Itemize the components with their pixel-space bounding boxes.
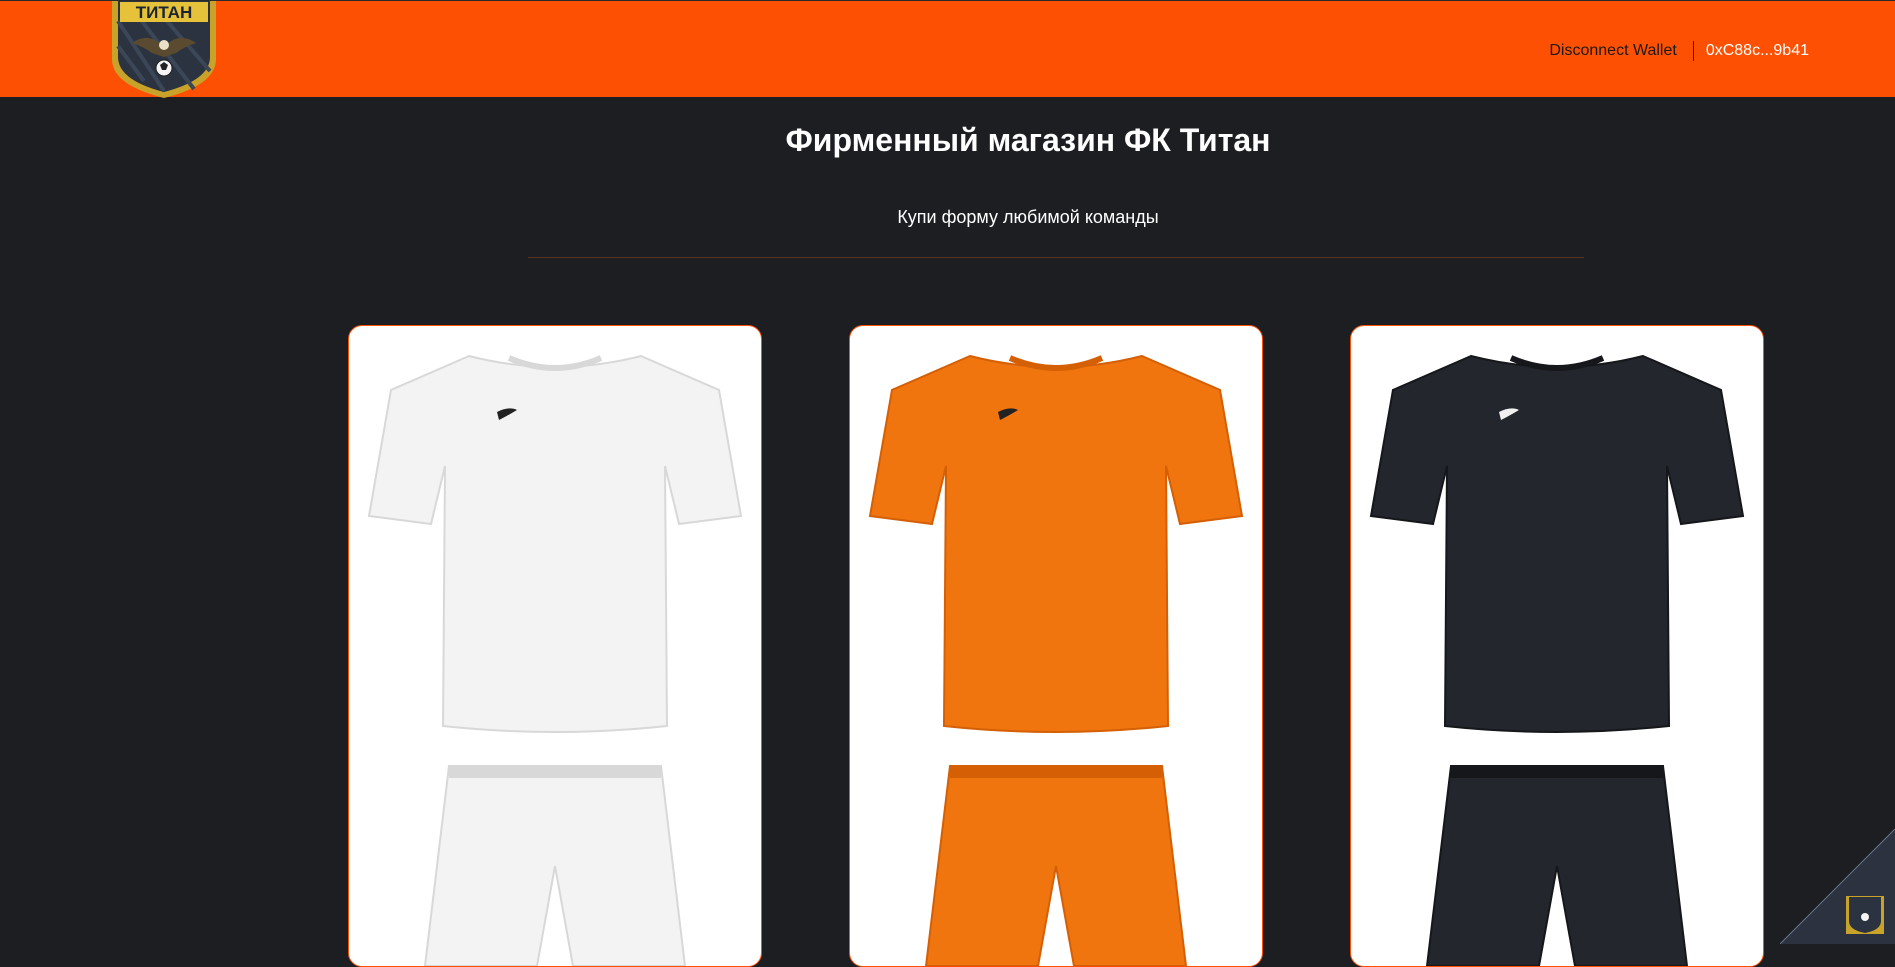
wallet-separator — [1692, 41, 1694, 61]
crest-text: ТИТАН — [136, 3, 192, 22]
club-crest-logo[interactable]: ТИТАН — [104, 1, 224, 98]
wallet-controls: Disconnect Wallet 0xC88c...9b41 — [1549, 41, 1809, 61]
shorts-shape — [924, 765, 1188, 966]
kit-image — [1369, 354, 1745, 966]
shorts-waistband — [449, 766, 661, 778]
kit-image — [367, 354, 743, 966]
top-header: ТИТАН Disconnect Wallet 0xC88c...9b41 — [0, 0, 1895, 98]
corner-badge[interactable] — [1780, 829, 1895, 944]
wallet-address[interactable]: 0xC88c...9b41 — [1706, 42, 1809, 60]
shirt-shape — [1369, 354, 1745, 733]
shirt-shape — [367, 354, 743, 733]
page-subtitle: Купи форму любимой команды — [897, 207, 1159, 227]
product-card-white[interactable] — [348, 325, 762, 967]
product-card-orange[interactable] — [849, 325, 1263, 967]
title-divider — [528, 257, 1584, 258]
product-card-black[interactable] — [1350, 325, 1764, 967]
page-title: Фирменный магазин ФК Титан — [785, 122, 1271, 158]
shorts-shape — [1425, 765, 1689, 966]
shorts-waistband — [1451, 766, 1663, 778]
disconnect-wallet-button[interactable]: Disconnect Wallet — [1549, 42, 1676, 60]
shirt-shape — [868, 354, 1244, 733]
kit-image — [868, 354, 1244, 966]
shorts-shape — [423, 765, 687, 966]
shorts-waistband — [950, 766, 1162, 778]
